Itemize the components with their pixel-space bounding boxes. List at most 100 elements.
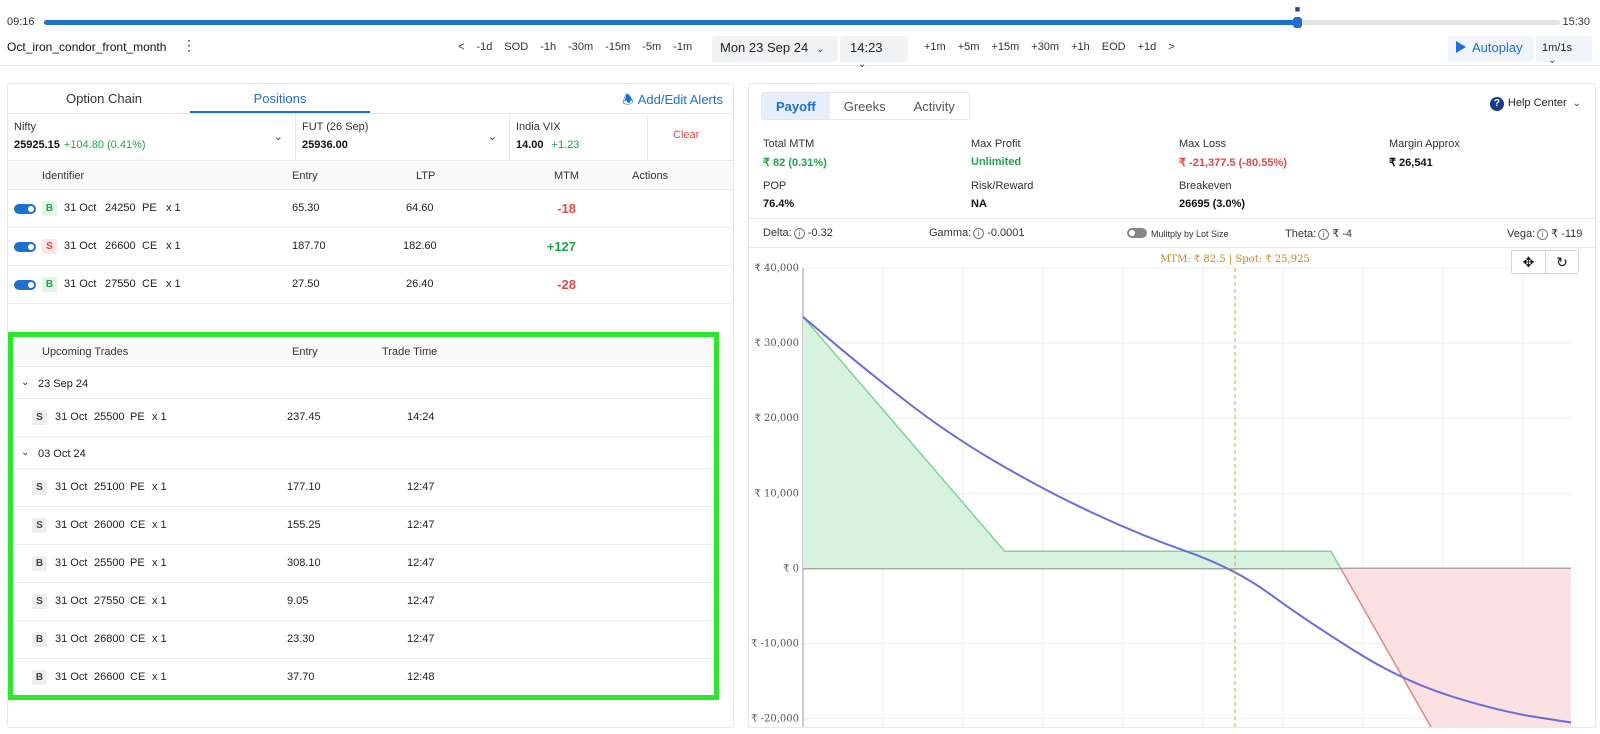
- trade-entry: 155.25: [287, 519, 321, 531]
- trade-row[interactable]: B 31 Oct 26600 CE x 1 37.70 12:48: [13, 659, 714, 697]
- tab-positions[interactable]: Positions: [240, 91, 320, 106]
- step-forward-lock[interactable]: >: [1162, 41, 1180, 53]
- step-plus-5m[interactable]: +5m: [952, 41, 986, 53]
- greek-value: ₹ -119: [1551, 228, 1583, 240]
- step-minus-30m[interactable]: -30m: [562, 41, 599, 53]
- trade-group-date: 03 Oct 24: [38, 448, 86, 460]
- step-sod[interactable]: SOD: [498, 41, 534, 53]
- multiply-label: Mulitply by Lot Size: [1151, 229, 1229, 239]
- timeline-track[interactable]: ■: [44, 5, 1560, 28]
- tab-option-chain[interactable]: Option Chain: [64, 91, 144, 106]
- position-type: CE: [142, 240, 158, 252]
- multiply-toggle[interactable]: [1127, 228, 1147, 238]
- timeline-thumb[interactable]: [1292, 17, 1302, 28]
- side-badge: B: [32, 670, 47, 685]
- step-plus-1m[interactable]: +1m: [918, 41, 952, 53]
- step-minus-5m[interactable]: -5m: [636, 41, 667, 53]
- position-strike: 26600: [105, 240, 136, 252]
- autoplay-button[interactable]: Autoplay: [1448, 36, 1534, 62]
- speed-selector[interactable]: 1m/1s⌄: [1536, 36, 1592, 66]
- position-row[interactable]: B 31 Oct 27550 CE x 1 27.50 26.40 -28: [8, 266, 733, 304]
- position-entry: 27.50: [292, 278, 320, 290]
- reset-icon[interactable]: ↻: [1544, 251, 1578, 273]
- trade-row[interactable]: B 31 Oct 25500 PE x 1 308.10 12:47: [13, 545, 714, 583]
- stat-label: Max Profit: [971, 138, 1021, 150]
- info-icon[interactable]: i: [973, 228, 985, 239]
- position-qty: x 1: [166, 240, 181, 252]
- stat-max-profit: Max Profit Unlimited: [971, 138, 1021, 168]
- step-minus-1m[interactable]: -1m: [667, 41, 698, 53]
- side-badge: B: [32, 632, 47, 647]
- stat-label: Breakeven: [1179, 180, 1232, 192]
- greek-vega: Vega: i ₹ -119: [1507, 227, 1582, 240]
- step-plus-15m[interactable]: +15m: [985, 41, 1025, 53]
- multiply-lot-size[interactable]: Mulitply by Lot Size: [1127, 228, 1229, 239]
- time-selector[interactable]: 14:23 ⌄: [840, 36, 908, 70]
- trade-group-header[interactable]: ⌄ 03 Oct 24: [13, 439, 714, 469]
- help-center-button[interactable]: ? Help Center ⌄: [1489, 97, 1581, 111]
- quote-nifty[interactable]: Nifty 25925.15 +104.80 (0.41%) ⌄: [8, 115, 296, 161]
- step-plus-1h[interactable]: +1h: [1065, 41, 1096, 53]
- step-minus-1d[interactable]: -1d: [470, 41, 498, 53]
- stat-value: 76.4%: [763, 198, 795, 210]
- trade-row[interactable]: S 31 Oct 25500 PE x 1 237.45 14:24: [13, 399, 714, 437]
- loss-area: [1340, 568, 1571, 727]
- step-back-lock[interactable]: <: [452, 41, 470, 53]
- trade-expiry: 31 Oct: [55, 633, 88, 645]
- info-icon[interactable]: i: [1537, 229, 1549, 240]
- chevron-down-icon: ⌄: [21, 447, 30, 458]
- y-tick-label: ₹ 10,000: [754, 488, 799, 499]
- more-vertical-icon[interactable]: ⋮: [182, 37, 196, 54]
- position-toggle[interactable]: [14, 280, 36, 290]
- tab-activity[interactable]: Activity: [900, 93, 969, 119]
- position-expiry: 31 Oct: [64, 202, 97, 214]
- trade-qty: x 1: [152, 411, 167, 423]
- quote-fut[interactable]: FUT (26 Sep) 25936.00 ⌄: [296, 115, 510, 161]
- left-panel: Option Chain Positions 🕭 Add/Edit Alerts …: [7, 83, 734, 728]
- clear-button[interactable]: Clear: [673, 129, 699, 141]
- stat-margin: Margin Approx ₹ 26,541: [1389, 138, 1460, 169]
- tab-greeks[interactable]: Greeks: [830, 93, 900, 119]
- position-toggle[interactable]: [14, 242, 36, 252]
- position-row[interactable]: B 31 Oct 24250 PE x 1 65.30 64.60 -18: [8, 190, 733, 228]
- step-plus-30m[interactable]: +30m: [1025, 41, 1065, 53]
- step-eod[interactable]: EOD: [1096, 41, 1132, 53]
- step-plus-1d[interactable]: +1d: [1132, 41, 1163, 53]
- lock-icon: ■: [1294, 4, 1301, 14]
- trade-time: 12:47: [407, 481, 435, 493]
- trade-time: 12:47: [407, 557, 435, 569]
- date-selector[interactable]: Mon 23 Sep 24 ⌄: [712, 36, 838, 62]
- position-mtm: +127: [546, 239, 576, 254]
- trade-row[interactable]: B 31 Oct 26800 CE x 1 23.30 12:47: [13, 621, 714, 659]
- info-icon[interactable]: i: [1318, 229, 1330, 240]
- position-qty: x 1: [166, 202, 181, 214]
- trade-row[interactable]: S 31 Oct 27550 CE x 1 9.05 12:47: [13, 583, 714, 621]
- info-icon[interactable]: i: [793, 228, 805, 239]
- trade-entry: 9.05: [287, 595, 309, 607]
- alerts-label: Add/Edit Alerts: [637, 92, 723, 107]
- step-minus-1h[interactable]: -1h: [534, 41, 562, 53]
- trade-expiry: 31 Oct: [55, 519, 88, 531]
- side-badge: B: [42, 201, 57, 216]
- position-toggle[interactable]: [14, 204, 36, 214]
- time-value: 14:23: [850, 40, 883, 55]
- trade-row[interactable]: S 31 Oct 26000 CE x 1 155.25 12:47: [13, 507, 714, 545]
- add-edit-alerts-button[interactable]: 🕭 Add/Edit Alerts: [622, 91, 723, 113]
- greek-gamma: Gamma: i -0.0001: [929, 227, 1025, 239]
- trade-expiry: 31 Oct: [55, 557, 88, 569]
- right-tabs: Payoff Greeks Activity: [761, 92, 970, 120]
- quote-value: 25925.15: [14, 139, 60, 151]
- side-badge: S: [32, 480, 47, 495]
- trade-type: CE: [130, 633, 146, 645]
- payoff-chart[interactable]: ₹ 40,000 ₹ 30,000 ₹ 20,000 ₹ 10,000 ₹ 0 ₹ -10…: [749, 250, 1595, 728]
- tab-payoff[interactable]: Payoff: [762, 93, 830, 119]
- trade-expiry: 31 Oct: [55, 411, 88, 423]
- step-minus-15m[interactable]: -15m: [599, 41, 636, 53]
- autoplay-label: Autoplay: [1472, 40, 1523, 55]
- toolbar: Oct_iron_condor_front_month ⋮ < -1d SOD …: [0, 36, 1600, 70]
- trade-row[interactable]: S 31 Oct 25100 PE x 1 177.10 12:47: [13, 469, 714, 507]
- pan-icon[interactable]: ✥: [1512, 251, 1545, 273]
- position-row[interactable]: S 31 Oct 26600 CE x 1 187.70 182.60 +127: [8, 228, 733, 266]
- timeline-start: 09:16: [7, 16, 35, 28]
- trade-group-header[interactable]: ⌄ 23 Sep 24: [13, 369, 714, 399]
